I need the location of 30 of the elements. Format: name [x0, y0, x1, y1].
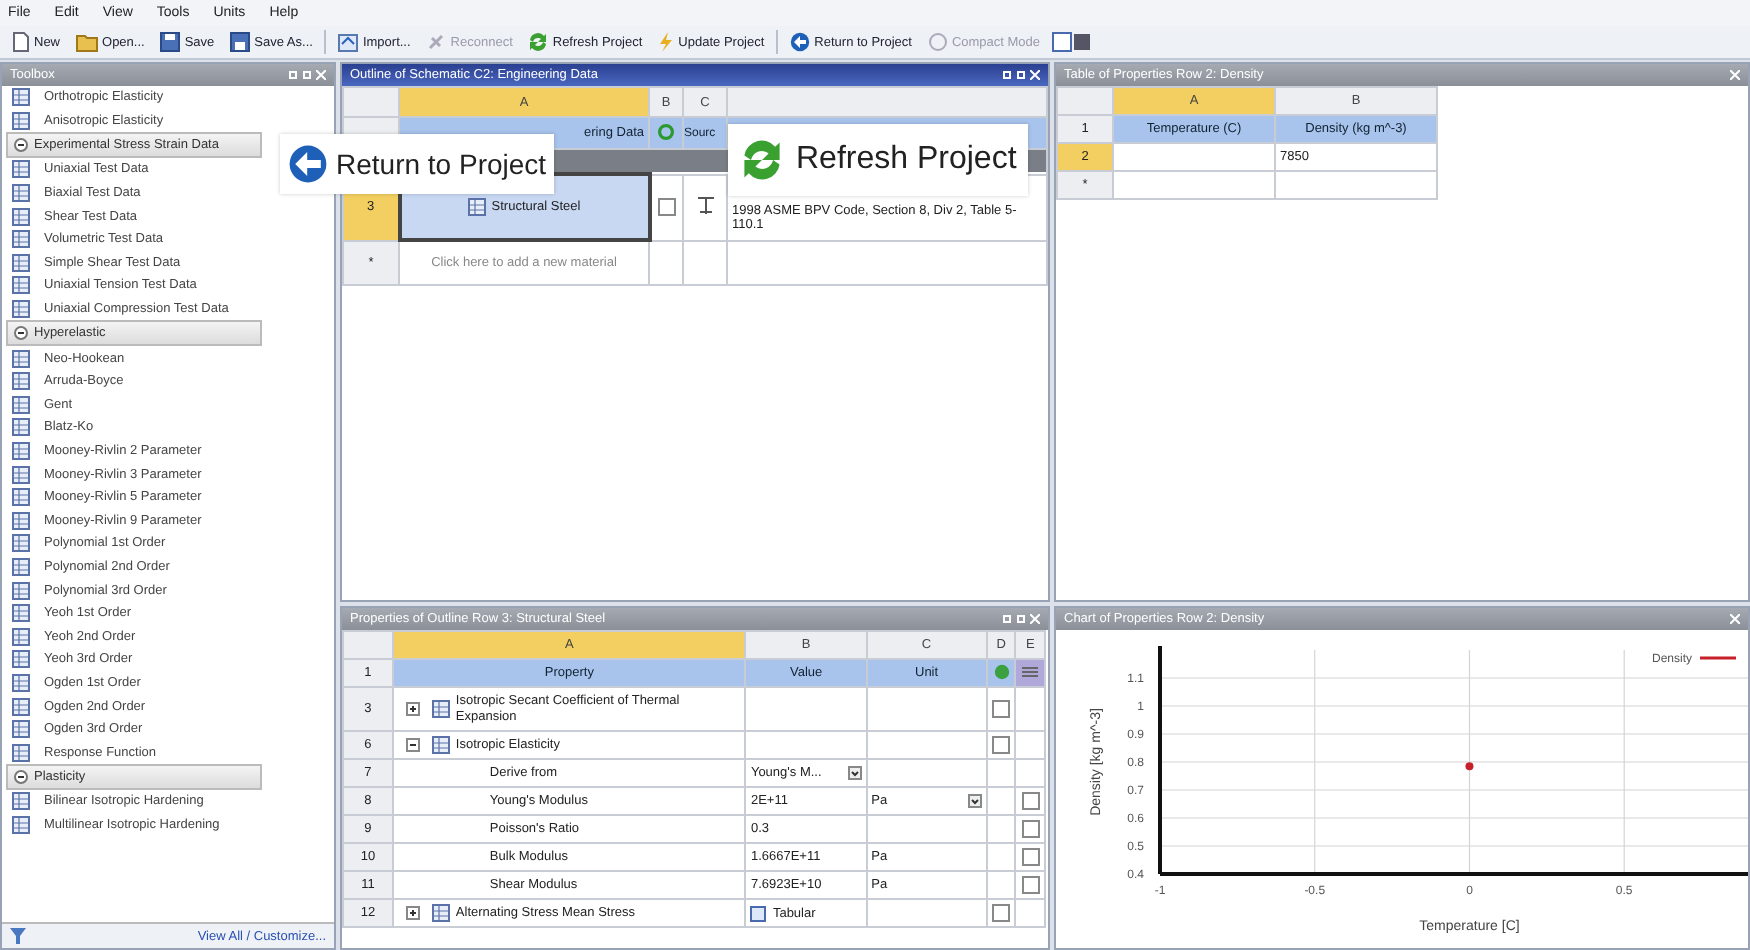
expand-icon[interactable] — [405, 702, 420, 716]
check-icon — [993, 663, 1010, 679]
close-icon[interactable] — [1030, 70, 1040, 80]
legend-line — [1700, 656, 1736, 660]
checkbox[interactable] — [992, 736, 1011, 754]
checkbox[interactable] — [992, 700, 1011, 718]
page-icon — [12, 32, 30, 52]
expand-icon[interactable] — [405, 906, 420, 920]
lightning-icon — [658, 32, 675, 52]
collapse-icon[interactable] — [405, 738, 420, 752]
back-arrow-icon — [790, 32, 811, 52]
import-icon — [338, 32, 359, 52]
folder-icon — [76, 32, 99, 52]
callout-label: Return to Project — [336, 148, 547, 180]
collapse-icon[interactable] — [14, 138, 28, 153]
view-toggle-icon[interactable] — [1052, 32, 1093, 52]
pin-icon[interactable] — [1002, 70, 1012, 80]
filter-icon[interactable] — [10, 928, 26, 944]
checkbox[interactable] — [1021, 876, 1040, 894]
callout-label: Refresh Project — [796, 142, 1017, 178]
checkbox[interactable] — [1021, 848, 1040, 866]
pin-icon[interactable] — [1016, 70, 1026, 80]
dropdown-icon[interactable] — [847, 766, 862, 780]
checkbox[interactable] — [1021, 792, 1040, 810]
checkbox[interactable] — [1021, 820, 1040, 838]
dropdown-icon[interactable] — [967, 794, 982, 808]
collapse-icon[interactable] — [14, 770, 28, 785]
checkbox[interactable] — [992, 904, 1011, 922]
checkbox[interactable] — [657, 198, 676, 216]
collapse-icon[interactable] — [14, 326, 28, 341]
